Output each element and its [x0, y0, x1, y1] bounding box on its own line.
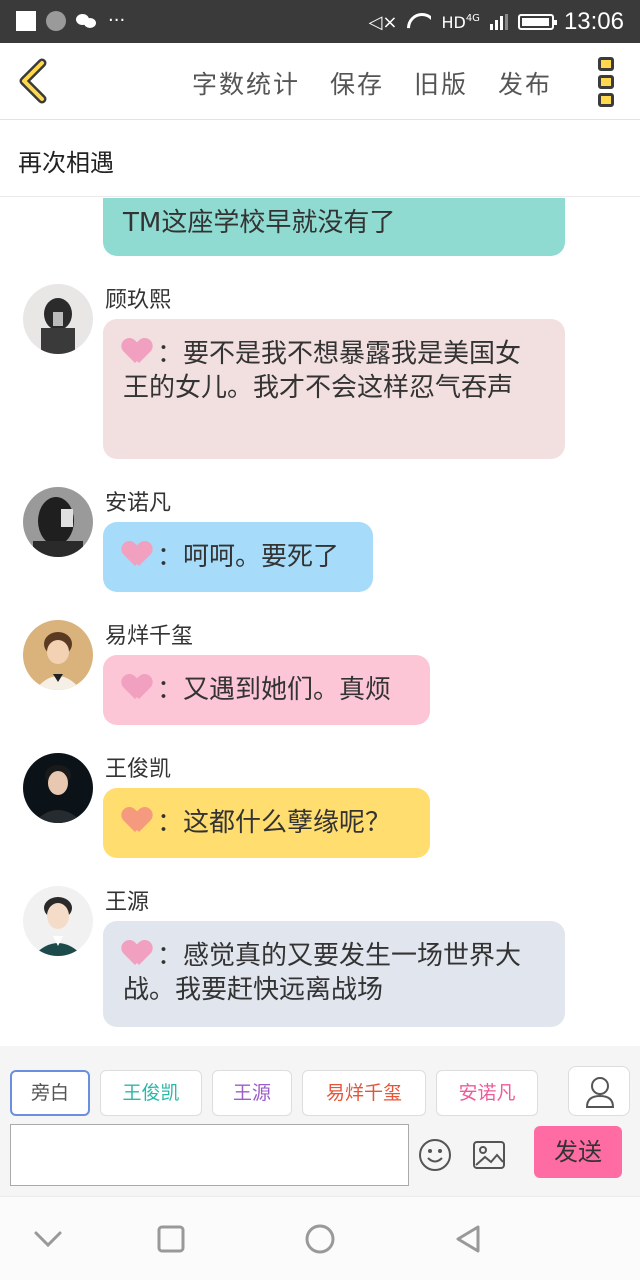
- speaker-name: 安诺凡: [105, 491, 172, 516]
- speaker-name: 顾玖熙: [105, 288, 172, 313]
- avatar[interactable]: [23, 284, 93, 354]
- network-gen-label: 4G: [465, 12, 480, 24]
- chat-area[interactable]: TM这座学校早就没有了 顾玖熙 ：要不是我不想暴露我是美国女王的女儿。我才不会这…: [0, 198, 640, 1046]
- message-bubble[interactable]: TM这座学校早就没有了: [103, 198, 565, 256]
- role-chip[interactable]: 王俊凯: [100, 1070, 202, 1116]
- word-count-button[interactable]: 字数统计: [192, 65, 300, 101]
- message-bubble[interactable]: ：呵呵。要死了: [103, 522, 373, 592]
- role-chip-label: 王源: [232, 1082, 271, 1104]
- notification-icons: ···: [16, 11, 125, 31]
- avatar-image: [23, 620, 93, 690]
- role-chip-label: 安诺凡: [458, 1082, 516, 1104]
- message-text: 感觉真的又要发生一场世界大战。我要赶快远离战场: [123, 941, 522, 1005]
- old-version-button[interactable]: 旧版: [414, 65, 468, 101]
- wechat-icon: [76, 12, 98, 30]
- hide-keyboard-button[interactable]: [30, 1221, 66, 1257]
- heart-icon: [123, 675, 151, 701]
- message-prefix: ：: [157, 542, 184, 572]
- chevron-down-icon: [34, 1231, 62, 1248]
- back-button[interactable]: [14, 57, 54, 105]
- message-prefix: ：: [157, 339, 184, 369]
- smiley-icon: [419, 1139, 451, 1171]
- triangle-back-icon: [456, 1225, 480, 1253]
- clock: 13:06: [563, 8, 624, 35]
- avatar[interactable]: [23, 487, 93, 557]
- system-nav-bar: [0, 1196, 640, 1280]
- message-input[interactable]: [10, 1124, 409, 1186]
- message-bubble[interactable]: ：要不是我不想暴露我是美国女王的女儿。我才不会这样忍气吞声: [103, 319, 565, 459]
- avatar[interactable]: [23, 753, 93, 823]
- wifi-icon: [407, 13, 431, 31]
- home-button[interactable]: [302, 1221, 338, 1257]
- heart-icon: [123, 808, 151, 834]
- speaker-name: 王俊凯: [105, 757, 172, 782]
- avatar-image: [23, 284, 93, 354]
- back-nav-button[interactable]: [450, 1221, 486, 1257]
- image-button[interactable]: [472, 1138, 506, 1172]
- more-notifications-icon: ···: [108, 10, 126, 31]
- message-text: 呵呵。要死了: [183, 542, 340, 572]
- heart-icon: [123, 941, 151, 967]
- role-chip-label: 王俊凯: [122, 1082, 180, 1104]
- battery-icon: [517, 14, 557, 30]
- avatar-image: [23, 753, 93, 823]
- recents-button[interactable]: [153, 1221, 189, 1257]
- editor-header: 字数统计 保存 旧版 发布: [0, 43, 640, 120]
- avatar[interactable]: [23, 886, 93, 956]
- app-notification-icon: [16, 11, 36, 31]
- heart-icon: [123, 339, 151, 365]
- more-menu-button[interactable]: [598, 57, 616, 107]
- save-button[interactable]: 保存: [330, 65, 384, 101]
- message-prefix: ：: [157, 675, 184, 705]
- role-chip[interactable]: 王源: [212, 1070, 292, 1116]
- add-role-button[interactable]: [568, 1066, 630, 1116]
- chevron-left-icon: [19, 58, 47, 104]
- role-chip-narrator[interactable]: 旁白: [10, 1070, 90, 1116]
- send-button[interactable]: 发送: [534, 1126, 622, 1178]
- search-notification-icon: [46, 11, 66, 31]
- story-title: 再次相遇: [18, 149, 114, 177]
- composer: 旁白 王俊凯 王源 易烊千玺 安诺凡 发送: [0, 1046, 640, 1196]
- speaker-name: 易烊千玺: [105, 624, 194, 649]
- message-bubble[interactable]: ：这都什么孽缘呢？: [103, 788, 430, 858]
- square-icon: [157, 1225, 185, 1253]
- message-prefix: ：: [157, 941, 184, 971]
- user-icon: [585, 1077, 615, 1108]
- message-prefix: ：: [157, 808, 184, 838]
- system-indicators: ◁× HD4G 13:06: [369, 8, 624, 36]
- emoji-button[interactable]: [418, 1138, 452, 1172]
- message-text: TM这座学校早就没有了: [123, 208, 396, 238]
- role-chip[interactable]: 易烊千玺: [302, 1070, 426, 1116]
- message-bubble[interactable]: ：感觉真的又要发生一场世界大战。我要赶快远离战场: [103, 921, 565, 1027]
- status-bar: ··· ◁× HD4G 13:06: [0, 0, 640, 43]
- message-text: 要不是我不想暴露我是美国女王的女儿。我才不会这样忍气吞声: [123, 339, 522, 403]
- role-selector: 旁白 王俊凯 王源 易烊千玺 安诺凡: [10, 1070, 538, 1116]
- avatar-image: [23, 886, 93, 956]
- message-text: 又遇到她们。真烦: [183, 675, 392, 705]
- story-title-row[interactable]: 再次相遇: [0, 121, 640, 197]
- mute-icon: ◁×: [368, 11, 398, 33]
- network-label: HD: [441, 12, 466, 32]
- message-text: 这都什么孽缘呢？: [183, 808, 392, 838]
- header-actions: 字数统计 保存 旧版 发布: [192, 65, 552, 101]
- message-bubble[interactable]: ：又遇到她们。真烦: [103, 655, 430, 725]
- avatar-image: [23, 487, 93, 557]
- heart-icon: [123, 542, 151, 568]
- speaker-name: 王源: [105, 890, 150, 915]
- circle-icon: [305, 1224, 335, 1254]
- role-chip-label: 旁白: [30, 1082, 69, 1104]
- avatar[interactable]: [23, 620, 93, 690]
- role-chip[interactable]: 安诺凡: [436, 1070, 538, 1116]
- role-chip-label: 易烊千玺: [325, 1082, 402, 1104]
- signal-icon: [489, 14, 508, 30]
- publish-button[interactable]: 发布: [498, 65, 552, 101]
- image-icon: [473, 1141, 505, 1169]
